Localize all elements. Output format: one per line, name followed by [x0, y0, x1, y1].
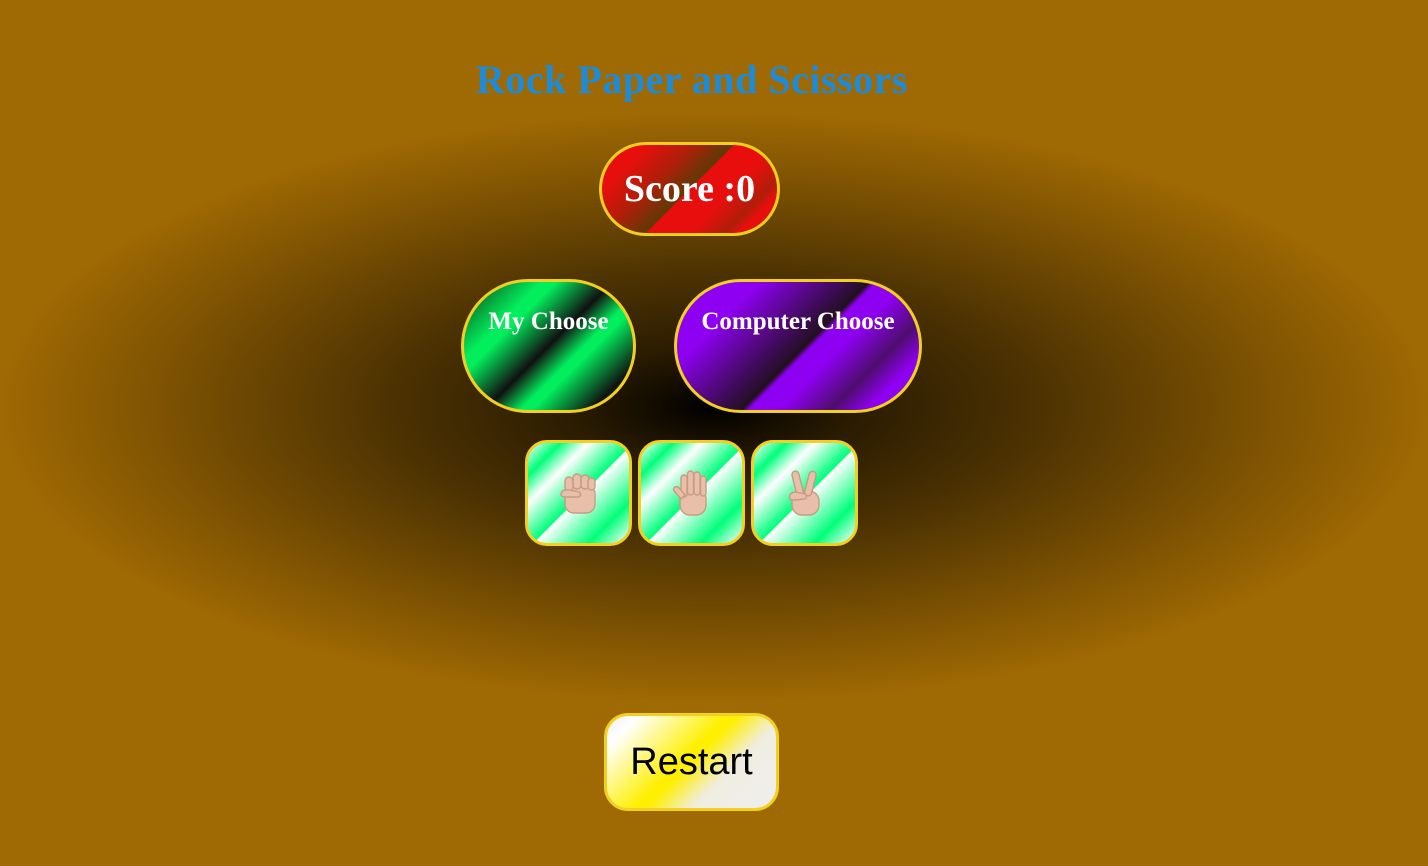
computer-choice-panel: Computer Choose	[674, 279, 922, 413]
rock-button[interactable]	[525, 440, 632, 546]
my-choice-panel: My Choose	[461, 279, 636, 413]
page-title: Rock Paper and Scissors	[476, 57, 908, 102]
raised-hand-icon	[672, 470, 707, 516]
score-text: Score :0	[623, 168, 756, 210]
restart-button[interactable]: Restart	[604, 713, 779, 811]
my-choice-label: My Choose	[488, 308, 609, 335]
victory-hand-icon	[788, 470, 820, 516]
paper-button[interactable]	[638, 440, 745, 546]
raised-fist-icon	[559, 473, 596, 514]
computer-choice-label: Computer Choose	[701, 308, 895, 335]
scissors-button[interactable]	[751, 440, 858, 546]
score-display: Score :0	[599, 142, 780, 236]
